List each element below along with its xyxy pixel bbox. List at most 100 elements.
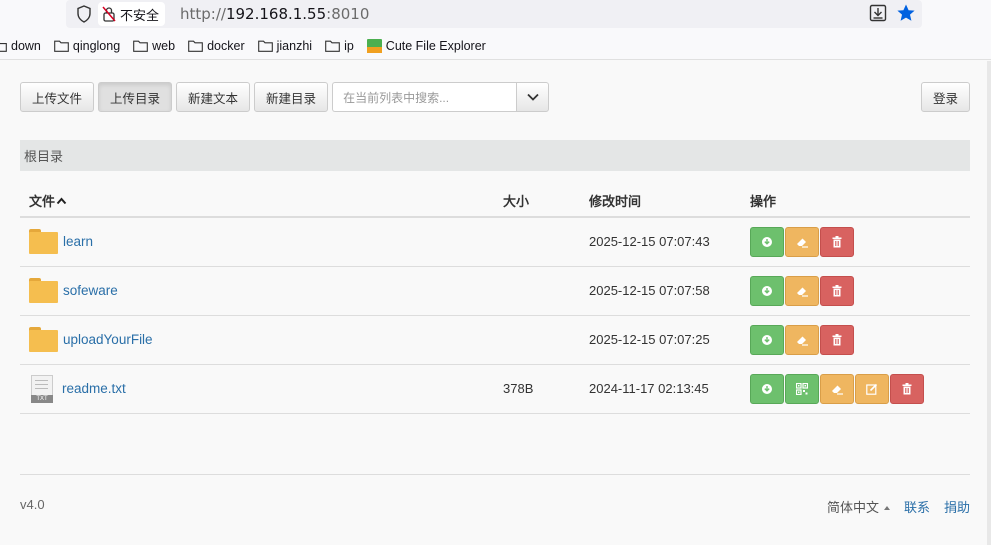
download-button[interactable] — [750, 324, 784, 355]
upload-file-button[interactable]: 上传文件 — [20, 82, 95, 112]
delete-button[interactable] — [820, 324, 854, 355]
text-file-icon: TXT — [31, 374, 53, 403]
save-page-icon[interactable] — [869, 4, 887, 22]
folder-icon — [54, 40, 69, 52]
bookmark-web[interactable]: web — [133, 39, 175, 53]
rename-button[interactable] — [785, 226, 819, 257]
bookmark-docker[interactable]: docker — [188, 39, 245, 53]
bookmark-star-icon[interactable] — [896, 3, 916, 23]
column-size-header[interactable]: 大小 — [494, 185, 580, 218]
header-name-label: 文件 — [29, 194, 56, 209]
download-button[interactable] — [750, 226, 784, 257]
eraser-icon — [797, 238, 808, 248]
table-row: sofeware 2025-12-15 07:07:58 — [20, 266, 970, 316]
upload-directory-button[interactable]: 上传目录 — [98, 82, 173, 112]
toolbar: 上传文件 上传目录 新建文本 新建目录 在当前列表中搜索... — [20, 82, 550, 112]
bookmark-label: qinglong — [72, 39, 121, 53]
row-actions — [750, 373, 961, 404]
bookmark-ip[interactable]: ip — [325, 39, 354, 53]
eraser-icon — [797, 287, 808, 297]
breadcrumb-root[interactable]: 根目录 — [24, 146, 63, 165]
row-actions — [750, 324, 961, 355]
version-label: v4.0 — [20, 497, 45, 512]
language-selector[interactable]: 简体中文 — [827, 497, 890, 516]
chevron-down-icon — [526, 93, 539, 101]
file-link[interactable]: readme.txt — [62, 381, 126, 396]
bookmarks-bar: down qinglong web docker jianzhi ip Cute… — [0, 33, 991, 60]
bookmark-label: jianzhi — [276, 39, 313, 53]
language-label: 简体中文 — [826, 500, 879, 515]
bookmark-jianzhi[interactable]: jianzhi — [257, 39, 313, 53]
qrcode-icon — [796, 382, 808, 395]
table-row: TXT readme.txt 378B 2024-11-17 02:13:45 — [20, 364, 970, 414]
contact-link[interactable]: 联系 — [904, 497, 930, 516]
new-directory-button[interactable]: 新建目录 — [254, 82, 329, 112]
column-name-header[interactable]: 文件 — [20, 185, 494, 218]
download-icon — [762, 285, 772, 296]
breadcrumb: 根目录 — [20, 140, 970, 171]
bookmark-label: down — [11, 39, 41, 53]
qrcode-button[interactable] — [785, 373, 819, 404]
rename-button[interactable] — [785, 324, 819, 355]
folder-icon — [325, 40, 340, 52]
bookmark-down[interactable]: down — [0, 39, 41, 53]
login-button[interactable]: 登录 — [920, 82, 970, 112]
rename-button[interactable] — [785, 275, 819, 306]
new-text-button[interactable]: 新建文本 — [176, 82, 251, 112]
delete-button[interactable] — [820, 226, 854, 257]
folder-icon — [29, 278, 58, 303]
download-button[interactable] — [750, 275, 784, 306]
file-link[interactable]: sofeware — [63, 283, 118, 298]
footer-links: 简体中文 联系 捐助 — [827, 497, 970, 516]
file-size: 378B — [494, 364, 580, 414]
sort-asc-icon — [56, 197, 67, 205]
download-icon — [762, 334, 772, 345]
file-time: 2025-12-15 07:07:25 — [580, 315, 741, 365]
broken-lock-icon — [102, 6, 116, 22]
table-row: uploadYourFile 2025-12-15 07:07:25 — [20, 315, 970, 365]
column-ops-header: 操作 — [741, 185, 970, 218]
url-host: 192.168.1.55 — [225, 5, 327, 23]
delete-button[interactable] — [890, 373, 924, 404]
eraser-icon — [832, 385, 843, 395]
bookmark-label: ip — [344, 39, 354, 53]
file-size — [494, 266, 580, 316]
search-input[interactable]: 在当前列表中搜索... — [332, 82, 517, 112]
trash-icon — [832, 333, 842, 345]
cute-logo-icon — [366, 39, 382, 53]
file-link[interactable]: learn — [63, 234, 93, 249]
bookmark-qinglong[interactable]: qinglong — [54, 39, 120, 53]
folder-icon — [0, 42, 7, 52]
column-time-header[interactable]: 修改时间 — [580, 185, 741, 218]
insecure-badge[interactable]: 不安全 — [98, 2, 166, 26]
trash-icon — [832, 284, 842, 296]
folder-icon — [257, 40, 273, 52]
file-table: 文件 大小 修改时间 操作 learn 2025-12-15 07:07:43 — [20, 185, 970, 414]
trash-icon — [832, 235, 842, 248]
url-port: :8010 — [326, 5, 370, 23]
row-actions — [750, 275, 961, 306]
url-text[interactable]: http://192.168.1.55:8010 — [180, 5, 369, 23]
folder-icon — [29, 327, 58, 352]
table-header: 文件 大小 修改时间 操作 — [20, 185, 970, 218]
bookmark-label: docker — [207, 39, 245, 53]
search-dropdown-button[interactable] — [516, 82, 550, 112]
delete-button[interactable] — [820, 275, 854, 306]
row-actions — [750, 226, 961, 257]
bookmark-cute-file-explorer[interactable]: Cute File Explorer — [366, 39, 486, 53]
bookmark-label: web — [152, 39, 176, 53]
file-time: 2024-11-17 02:13:45 — [580, 364, 741, 414]
caret-up-icon — [883, 505, 890, 510]
donate-link[interactable]: 捐助 — [944, 497, 970, 516]
rename-button[interactable] — [820, 373, 854, 404]
folder-icon — [29, 229, 58, 255]
shield-icon[interactable] — [76, 5, 92, 23]
file-link[interactable]: uploadYourFile — [63, 332, 153, 347]
footer-divider — [20, 474, 970, 475]
txt-label: TXT — [31, 394, 53, 403]
scrollbar-track[interactable] — [987, 61, 991, 545]
edit-button[interactable] — [855, 373, 889, 404]
folder-icon — [188, 40, 203, 52]
download-button[interactable] — [750, 373, 784, 404]
search-group: 在当前列表中搜索... — [332, 82, 550, 112]
